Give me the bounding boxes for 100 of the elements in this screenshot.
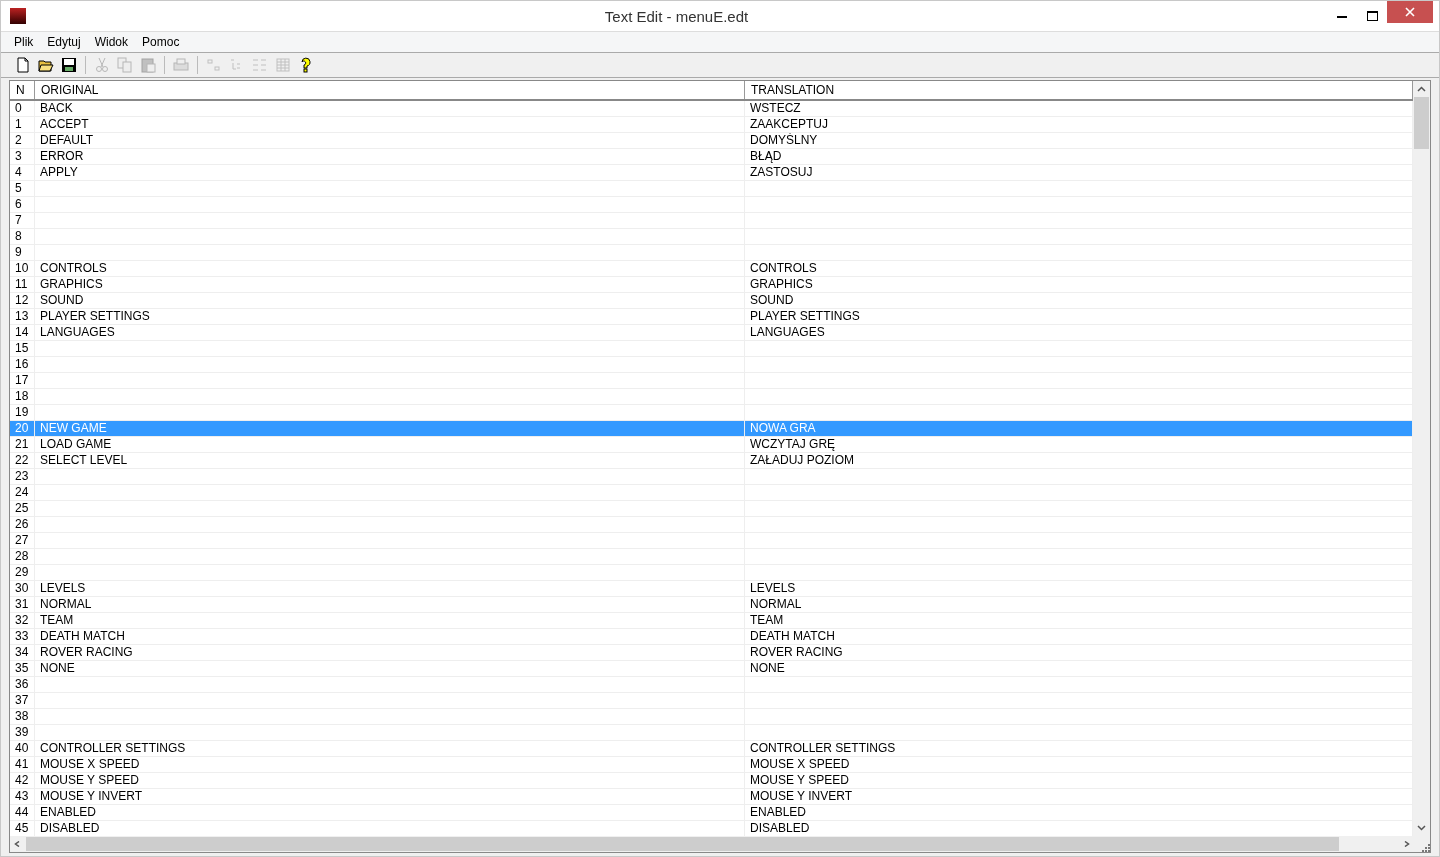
table-cell: DEFAULT	[35, 133, 745, 148]
table-cell: LEVELS	[35, 581, 745, 596]
table-row[interactable]: 16	[10, 357, 1413, 373]
row-number: 17	[10, 373, 35, 388]
table-cell: NONE	[35, 661, 745, 676]
table-row[interactable]: 17	[10, 373, 1413, 389]
table-row[interactable]: 44 ENABLED ENABLED	[10, 805, 1413, 821]
table-cell: CONTROLLER SETTINGS	[35, 741, 745, 756]
row-number: 1	[10, 117, 35, 132]
menu-item[interactable]: Widok	[87, 35, 136, 49]
table-row[interactable]: 40 CONTROLLER SETTINGS CONTROLLER SETTINGS	[10, 741, 1413, 757]
table-row[interactable]: 37	[10, 693, 1413, 709]
row-number: 27	[10, 533, 35, 548]
table-row[interactable]: 21 LOAD GAME WCZYTAJ GRĘ	[10, 437, 1413, 453]
table-row[interactable]: 26	[10, 517, 1413, 533]
table-row[interactable]: 0 BACK WSTECZ	[10, 101, 1413, 117]
row-number: 31	[10, 597, 35, 612]
table-cell: DEATH MATCH	[35, 629, 745, 644]
row-number: 22	[10, 453, 35, 468]
row-number: 21	[10, 437, 35, 452]
row-number: 0	[10, 101, 35, 116]
resize-grip-icon	[1420, 842, 1430, 852]
table-row[interactable]: 8	[10, 229, 1413, 245]
table-row[interactable]: 25	[10, 501, 1413, 517]
row-number: 32	[10, 613, 35, 628]
app-icon	[10, 8, 26, 24]
table-cell: GRAPHICS	[35, 277, 745, 292]
table-cell: SOUND	[35, 293, 745, 308]
row-number: 26	[10, 517, 35, 532]
table-cell: ENABLED	[35, 805, 745, 820]
table-cell: ROVER RACING	[35, 645, 745, 660]
table-cell: CONTROLS	[35, 261, 745, 276]
floppy-disk-icon[interactable]	[59, 55, 79, 75]
table-row[interactable]: 2 DEFAULT DOMYŚLNY	[10, 133, 1413, 149]
row-number: 43	[10, 789, 35, 804]
table-row[interactable]: 32 TEAM TEAM	[10, 613, 1413, 629]
table-cell: PLAYER SETTINGS	[35, 309, 745, 324]
table-row[interactable]: 22 SELECT LEVEL ZAŁADUJ POZIOM	[10, 453, 1413, 469]
table-row[interactable]: 15	[10, 341, 1413, 357]
table-row[interactable]: 7	[10, 213, 1413, 229]
row-number: 12	[10, 293, 35, 308]
table-cell: MOUSE Y INVERT	[35, 789, 745, 804]
table-row[interactable]: 5	[10, 181, 1413, 197]
table-row[interactable]: 1 ACCEPT ZAAKCEPTUJ	[10, 117, 1413, 133]
window-title: Text Edit - menuE.edt	[603, 7, 750, 25]
table-row[interactable]: 4 APPLY ZASTOSUJ	[10, 165, 1413, 181]
row-number: 4	[10, 165, 35, 180]
row-number: 23	[10, 469, 35, 484]
table-row[interactable]: 28	[10, 549, 1413, 565]
menu-item[interactable]: Pomoc	[135, 35, 187, 49]
caret-icon	[1417, 86, 1426, 92]
row-number: 18	[10, 389, 35, 404]
table-cell: NORMAL	[35, 597, 745, 612]
table-row[interactable]: 31 NORMAL NORMAL	[10, 597, 1413, 613]
row-number: 11	[10, 277, 35, 292]
table-row[interactable]: 33 DEATH MATCH DEATH MATCH	[10, 629, 1413, 645]
table-row[interactable]: 9	[10, 245, 1413, 261]
table-cell: APPLY	[35, 165, 745, 180]
table-row[interactable]: 6	[10, 197, 1413, 213]
table-cell: MOUSE X SPEED	[35, 757, 745, 772]
row-number: 28	[10, 549, 35, 564]
table-row[interactable]: 24	[10, 485, 1413, 501]
row-number: 39	[10, 725, 35, 740]
menu-item[interactable]: Edytuj	[40, 35, 88, 49]
table-row[interactable]: 3 ERROR BŁĄD	[10, 149, 1413, 165]
table-row[interactable]: 34 ROVER RACING ROVER RACING	[10, 645, 1413, 661]
row-number: 35	[10, 661, 35, 676]
table-row[interactable]: 14 LANGUAGES LANGUAGES	[10, 325, 1413, 341]
menu-item[interactable]: Plik	[7, 35, 41, 49]
table-row[interactable]: 42 MOUSE Y SPEED MOUSE Y SPEED	[10, 773, 1413, 789]
table-row[interactable]: 30 LEVELS LEVELS	[10, 581, 1413, 597]
row-number: 34	[10, 645, 35, 660]
row-number: 30	[10, 581, 35, 596]
table-row[interactable]: 23	[10, 469, 1413, 485]
table-row[interactable]: 35 NONE NONE	[10, 661, 1413, 677]
table-row[interactable]: 10 CONTROLS CONTROLS	[10, 261, 1413, 277]
row-number: 44	[10, 805, 35, 820]
row-number: 10	[10, 261, 35, 276]
table-row[interactable]: 43 MOUSE Y INVERT MOUSE Y INVERT	[10, 789, 1413, 805]
row-number: 9	[10, 245, 35, 260]
table-row[interactable]: 13 PLAYER SETTINGS PLAYER SETTINGS	[10, 309, 1413, 325]
table-row[interactable]: 27	[10, 533, 1413, 549]
table-row[interactable]: 39	[10, 725, 1413, 741]
table-row[interactable]: 18	[10, 389, 1413, 405]
table-row[interactable]: 38	[10, 709, 1413, 725]
row-number: 25	[10, 501, 35, 516]
table-row[interactable]: 36	[10, 677, 1413, 693]
row-number: 15	[10, 341, 35, 356]
row-number: 14	[10, 325, 35, 340]
row-number: 42	[10, 773, 35, 788]
row-number: 8	[10, 229, 35, 244]
table-row[interactable]: 41 MOUSE X SPEED MOUSE X SPEED	[10, 757, 1413, 773]
table-row[interactable]: 11 GRAPHICS GRAPHICS	[10, 277, 1413, 293]
table-cell: LANGUAGES	[35, 325, 745, 340]
table-row[interactable]: 29	[10, 565, 1413, 581]
table-cell: TEAM	[35, 613, 745, 628]
minimize-icon	[1337, 14, 1347, 18]
table-row[interactable]: 12 SOUND SOUND	[10, 293, 1413, 309]
row-number: 19	[10, 405, 35, 420]
row-number: 38	[10, 709, 35, 724]
